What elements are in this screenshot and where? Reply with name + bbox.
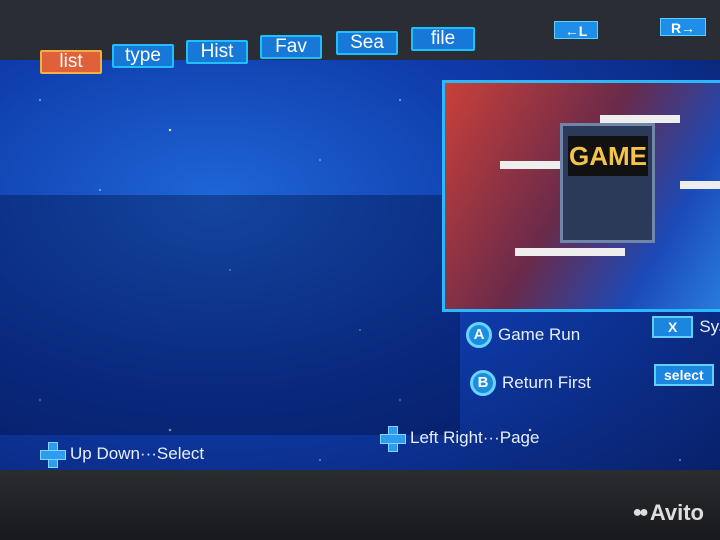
preview-bar xyxy=(515,248,625,256)
up-down-label: Up Down···Select xyxy=(70,444,205,463)
tab-file[interactable]: file xyxy=(411,27,475,51)
shoulder-l-button[interactable]: ←L xyxy=(554,21,598,39)
watermark-text: Avito xyxy=(649,500,704,525)
preview-bar xyxy=(680,181,720,189)
left-right-label: Left Right···Page xyxy=(410,428,540,447)
screen-glare xyxy=(0,195,460,435)
tab-fav[interactable]: Fav xyxy=(260,35,322,59)
tab-list[interactable]: list xyxy=(40,50,102,74)
return-first-label: Return First xyxy=(502,373,591,392)
game-run-hint: A Game Run xyxy=(466,322,580,348)
device-bezel xyxy=(0,470,720,540)
shoulder-r-button[interactable]: R→ xyxy=(660,18,706,36)
return-first-hint: B Return First xyxy=(470,370,591,396)
system-hint: X Sys xyxy=(652,316,720,338)
select-hint: select Co xyxy=(654,364,720,386)
left-right-hint: Left Right···Page xyxy=(380,426,540,452)
preview-bar xyxy=(600,115,680,123)
up-down-hint: Up Down···Select xyxy=(40,442,205,468)
screen: list type Hist Fav Sea file ←L R→ GAME A… xyxy=(0,0,720,500)
b-button-icon: B xyxy=(470,370,496,396)
dpad-icon xyxy=(40,442,66,468)
x-button-icon: X xyxy=(652,316,694,338)
select-button-icon: select xyxy=(654,364,714,386)
watermark: ●● Avito xyxy=(632,500,704,526)
game-preview-image: GAME xyxy=(442,80,720,312)
preview-title: GAME xyxy=(568,136,648,176)
avito-logo-icon: ●● xyxy=(632,504,648,521)
system-label: Sys xyxy=(699,317,720,336)
preview-bar xyxy=(500,161,560,169)
dpad-icon xyxy=(380,426,406,452)
a-button-icon: A xyxy=(466,322,492,348)
game-run-label: Game Run xyxy=(498,325,581,344)
tab-sea[interactable]: Sea xyxy=(336,31,398,55)
tab-hist[interactable]: Hist xyxy=(186,40,248,64)
arcade-cabinet-icon: GAME xyxy=(560,123,655,243)
tab-type[interactable]: type xyxy=(112,44,174,68)
